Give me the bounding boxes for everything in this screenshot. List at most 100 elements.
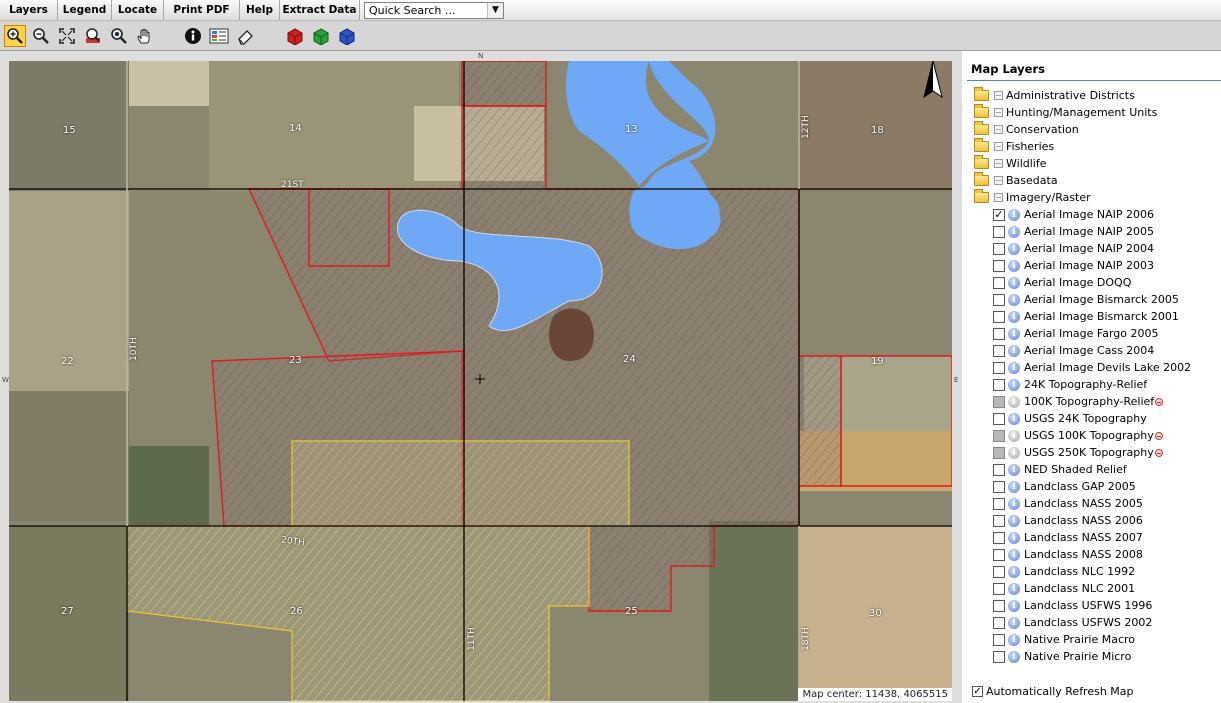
zoom-previous-icon[interactable]	[82, 25, 104, 47]
layer-checkbox[interactable]	[993, 565, 1005, 578]
menu-print-pdf[interactable]: Print PDF	[164, 0, 240, 20]
layer-group[interactable]: Hunting/Management Units	[974, 104, 1157, 121]
map-canvas[interactable]: 15 14 13 18 22 23 24 19 27 26 25 30 21ST…	[9, 61, 952, 701]
folder-icon[interactable]	[974, 87, 989, 101]
layer-checkbox[interactable]	[993, 293, 1005, 306]
layer-checkbox[interactable]	[993, 582, 1005, 595]
layer-checkbox[interactable]	[993, 259, 1005, 272]
layer-item[interactable]: i Aerial Image NAIP 2004	[993, 240, 1154, 257]
layer-checkbox[interactable]	[993, 480, 1005, 493]
info-icon[interactable]: i	[1008, 293, 1020, 306]
layer-checkbox[interactable]	[993, 531, 1005, 544]
info-icon[interactable]: i	[1008, 225, 1020, 238]
identify-icon[interactable]	[182, 25, 204, 47]
folder-icon[interactable]	[974, 104, 989, 118]
magnify-icon[interactable]	[108, 25, 130, 47]
layer-group[interactable]: Administrative Districts	[974, 87, 1135, 104]
layer-checkbox[interactable]	[993, 327, 1005, 340]
red-cube-icon[interactable]	[284, 25, 306, 47]
pan-hand-icon[interactable]	[134, 25, 156, 47]
info-icon[interactable]: i	[1008, 599, 1020, 612]
layer-group[interactable]: Wildlife	[974, 155, 1046, 172]
eraser-icon[interactable]	[234, 25, 256, 47]
layer-item[interactable]: i Landclass NASS 2005	[993, 495, 1143, 512]
info-icon[interactable]: i	[1008, 616, 1020, 629]
info-icon[interactable]: i	[1008, 429, 1020, 442]
layer-item[interactable]: i Landclass NLC 2001	[993, 580, 1135, 597]
info-icon[interactable]: i	[1008, 412, 1020, 425]
layer-item[interactable]: i Landclass NASS 2007	[993, 529, 1143, 546]
layer-checkbox[interactable]	[993, 412, 1005, 425]
info-icon[interactable]: i	[1008, 395, 1020, 408]
layer-checkbox[interactable]	[993, 650, 1005, 663]
info-icon[interactable]: i	[1008, 514, 1020, 527]
layer-item[interactable]: i Aerial Image NAIP 2003	[993, 257, 1154, 274]
info-icon[interactable]: i	[1008, 344, 1020, 357]
layer-group[interactable]: Imagery/Raster	[974, 189, 1091, 206]
info-icon[interactable]: i	[1008, 446, 1020, 459]
group-checkbox[interactable]	[994, 193, 1003, 202]
group-checkbox[interactable]	[994, 108, 1003, 117]
layer-checkbox[interactable]	[993, 463, 1005, 476]
chevron-down-icon[interactable]: ▼	[487, 3, 503, 18]
info-icon[interactable]: i	[1008, 327, 1020, 340]
info-icon[interactable]: i	[1008, 582, 1020, 595]
zoom-out-icon[interactable]	[30, 25, 52, 47]
folder-icon[interactable]	[974, 121, 989, 135]
folder-icon[interactable]	[974, 155, 989, 169]
layer-item[interactable]: i Landclass USFWS 2002	[993, 614, 1152, 631]
layer-checkbox[interactable]	[993, 599, 1005, 612]
info-icon[interactable]: i	[1008, 208, 1020, 221]
group-checkbox[interactable]	[994, 176, 1003, 185]
layer-item[interactable]: i USGS 250K Topography	[993, 444, 1163, 461]
zoom-in-icon[interactable]	[4, 25, 26, 47]
layer-item[interactable]: i Aerial Image NAIP 2005	[993, 223, 1154, 240]
info-icon[interactable]: i	[1008, 633, 1020, 646]
layer-checkbox[interactable]: ✓	[993, 208, 1005, 221]
layer-checkbox[interactable]	[993, 395, 1005, 408]
full-extent-icon[interactable]	[56, 25, 78, 47]
auto-refresh-checkbox[interactable]: ✓	[972, 686, 983, 697]
layer-checkbox[interactable]	[993, 378, 1005, 391]
layer-item[interactable]: i 100K Topography-Relief	[993, 393, 1164, 410]
info-icon[interactable]: i	[1008, 242, 1020, 255]
layer-checkbox[interactable]	[993, 548, 1005, 561]
layer-item[interactable]: i Aerial Image Cass 2004	[993, 342, 1154, 359]
menu-extract-data[interactable]: Extract Data	[280, 0, 360, 20]
layer-group[interactable]: Basedata	[974, 172, 1058, 189]
blue-cube-icon[interactable]	[336, 25, 358, 47]
layer-item[interactable]: i 24K Topography-Relief	[993, 376, 1147, 393]
layer-item[interactable]: i Aerial Image Bismarck 2001	[993, 308, 1179, 325]
info-icon[interactable]: i	[1008, 310, 1020, 323]
layer-item[interactable]: i Native Prairie Macro	[993, 631, 1135, 648]
layer-checkbox[interactable]	[993, 276, 1005, 289]
layer-item[interactable]: i Aerial Image DOQQ	[993, 274, 1131, 291]
folder-icon[interactable]	[974, 138, 989, 152]
info-icon[interactable]: i	[1008, 378, 1020, 391]
layer-group[interactable]: Conservation	[974, 121, 1079, 138]
info-icon[interactable]: i	[1008, 480, 1020, 493]
layer-item[interactable]: i Landclass NASS 2008	[993, 546, 1143, 563]
menu-layers[interactable]: Layers	[0, 0, 58, 20]
layer-checkbox[interactable]	[993, 242, 1005, 255]
folder-icon[interactable]	[974, 189, 989, 203]
layer-checkbox[interactable]	[993, 310, 1005, 323]
layer-item[interactable]: i NED Shaded Relief	[993, 461, 1127, 478]
auto-refresh-toggle[interactable]: ✓ Automatically Refresh Map	[972, 685, 1134, 698]
info-icon[interactable]: i	[1008, 650, 1020, 663]
info-icon[interactable]: i	[1008, 463, 1020, 476]
group-checkbox[interactable]	[994, 159, 1003, 168]
info-icon[interactable]: i	[1008, 259, 1020, 272]
layer-item[interactable]: i Landclass USFWS 1996	[993, 597, 1152, 614]
layer-item[interactable]: i Native Prairie Micro	[993, 648, 1131, 665]
legend-map-icon[interactable]	[208, 25, 230, 47]
group-checkbox[interactable]	[994, 142, 1003, 151]
layer-item[interactable]: i Aerial Image Bismarck 2005	[993, 291, 1179, 308]
layer-checkbox[interactable]	[993, 429, 1005, 442]
quick-search-select[interactable]: Quick Search ... ▼	[364, 2, 504, 19]
info-icon[interactable]: i	[1008, 361, 1020, 374]
layer-item[interactable]: i USGS 100K Topography	[993, 427, 1163, 444]
green-cube-icon[interactable]	[310, 25, 332, 47]
folder-icon[interactable]	[974, 172, 989, 186]
layer-item[interactable]: i USGS 24K Topography	[993, 410, 1147, 427]
